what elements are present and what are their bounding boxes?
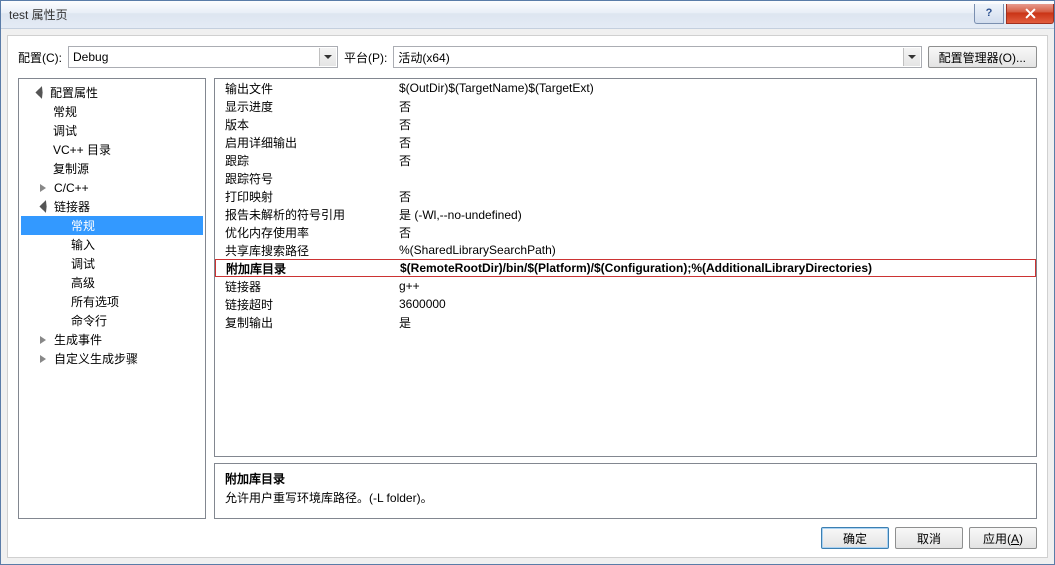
help-button[interactable]: ? — [974, 4, 1004, 24]
main-row: 配置属性 常规 调试 VC++ 目录 复制源 C/C++ 链接器 常规 输入 调… — [18, 78, 1037, 519]
property-value[interactable]: 否 — [395, 98, 1036, 115]
property-name: 显示进度 — [215, 98, 395, 115]
config-toolbar: 配置(C): Debug 平台(P): 活动(x64) 配置管理器(O)... — [18, 46, 1037, 68]
property-value[interactable]: 是 — [395, 314, 1036, 331]
expand-icon[interactable] — [39, 182, 50, 193]
property-name: 报告未解析的符号引用 — [215, 206, 395, 223]
collapse-icon[interactable] — [35, 87, 46, 98]
content-area: 配置(C): Debug 平台(P): 活动(x64) 配置管理器(O)... … — [7, 35, 1048, 558]
property-value[interactable]: 否 — [395, 152, 1036, 169]
tree-item-vcdirs[interactable]: VC++ 目录 — [21, 140, 203, 159]
property-value[interactable]: 否 — [395, 116, 1036, 133]
property-value[interactable]: 否 — [395, 188, 1036, 205]
property-row[interactable]: 跟踪否 — [215, 151, 1036, 169]
property-name: 跟踪 — [215, 152, 395, 169]
property-value[interactable]: %(SharedLibrarySearchPath) — [395, 243, 1036, 257]
property-row[interactable]: 显示进度否 — [215, 97, 1036, 115]
property-grid[interactable]: 输出文件$(OutDir)$(TargetName)$(TargetExt)显示… — [214, 78, 1037, 457]
property-name: 打印映射 — [215, 188, 395, 205]
category-tree[interactable]: 配置属性 常规 调试 VC++ 目录 复制源 C/C++ 链接器 常规 输入 调… — [18, 78, 206, 519]
dialog-buttons: 确定 取消 应用(A) — [18, 527, 1037, 549]
property-name: 链接器 — [215, 278, 395, 295]
property-row[interactable]: 跟踪符号 — [215, 169, 1036, 187]
property-name: 跟踪符号 — [215, 170, 395, 187]
property-value[interactable]: 否 — [395, 134, 1036, 151]
tree-item-linker-debug[interactable]: 调试 — [21, 254, 203, 273]
property-row[interactable]: 版本否 — [215, 115, 1036, 133]
tree-item-linker-advanced[interactable]: 高级 — [21, 273, 203, 292]
help-icon: ? — [986, 7, 993, 19]
tree-item-copysrc[interactable]: 复制源 — [21, 159, 203, 178]
property-value[interactable]: $(RemoteRootDir)/bin/$(Platform)/$(Confi… — [396, 261, 1035, 275]
property-row[interactable]: 报告未解析的符号引用是 (-Wl,--no-undefined) — [215, 205, 1036, 223]
config-label: 配置(C): — [18, 49, 62, 66]
property-row[interactable]: 复制输出是 — [215, 313, 1036, 331]
property-name: 启用详细输出 — [215, 134, 395, 151]
property-name: 附加库目录 — [216, 260, 396, 277]
close-button[interactable] — [1006, 4, 1054, 24]
property-row[interactable]: 链接器g++ — [215, 277, 1036, 295]
expand-icon[interactable] — [39, 353, 50, 364]
property-value[interactable]: 3600000 — [395, 297, 1036, 311]
tree-item-general[interactable]: 常规 — [21, 102, 203, 121]
platform-label: 平台(P): — [344, 49, 387, 66]
platform-value: 活动(x64) — [398, 49, 449, 66]
property-row[interactable]: 输出文件$(OutDir)$(TargetName)$(TargetExt) — [215, 79, 1036, 97]
chevron-down-icon[interactable] — [903, 48, 920, 66]
property-name: 复制输出 — [215, 314, 395, 331]
tree-root-config[interactable]: 配置属性 — [21, 83, 203, 102]
tree-item-linker-general[interactable]: 常规 — [21, 216, 203, 235]
tree-item-linker-input[interactable]: 输入 — [21, 235, 203, 254]
description-text: 允许用户重写环境库路径。(-L folder)。 — [225, 489, 1026, 506]
property-name: 输出文件 — [215, 80, 395, 97]
property-value[interactable]: g++ — [395, 279, 1036, 293]
property-row[interactable]: 优化内存使用率否 — [215, 223, 1036, 241]
tree-item-linker[interactable]: 链接器 — [21, 197, 203, 216]
property-name: 优化内存使用率 — [215, 224, 395, 241]
property-value[interactable]: 是 (-Wl,--no-undefined) — [395, 206, 1036, 223]
property-row[interactable]: 共享库搜索路径%(SharedLibrarySearchPath) — [215, 241, 1036, 259]
platform-combo[interactable]: 活动(x64) — [393, 46, 921, 68]
ok-button[interactable]: 确定 — [821, 527, 889, 549]
property-row[interactable]: 附加库目录$(RemoteRootDir)/bin/$(Platform)/$(… — [215, 259, 1036, 277]
property-name: 共享库搜索路径 — [215, 242, 395, 259]
cancel-button[interactable]: 取消 — [895, 527, 963, 549]
apply-button[interactable]: 应用(A) — [969, 527, 1037, 549]
right-column: 输出文件$(OutDir)$(TargetName)$(TargetExt)显示… — [214, 78, 1037, 519]
tree-item-cpp[interactable]: C/C++ — [21, 178, 203, 197]
collapse-icon[interactable] — [39, 201, 50, 212]
expand-icon[interactable] — [39, 334, 50, 345]
close-icon — [1025, 8, 1036, 19]
config-value: Debug — [73, 50, 108, 64]
property-row[interactable]: 链接超时3600000 — [215, 295, 1036, 313]
description-box: 附加库目录 允许用户重写环境库路径。(-L folder)。 — [214, 463, 1037, 519]
titlebar: test 属性页 ? — [1, 1, 1054, 29]
property-row[interactable]: 打印映射否 — [215, 187, 1036, 205]
property-name: 版本 — [215, 116, 395, 133]
window-buttons: ? — [974, 4, 1054, 24]
property-value[interactable]: $(OutDir)$(TargetName)$(TargetExt) — [395, 81, 1036, 95]
chevron-down-icon[interactable] — [319, 48, 336, 66]
config-manager-button[interactable]: 配置管理器(O)... — [928, 46, 1037, 68]
tree-item-linker-all[interactable]: 所有选项 — [21, 292, 203, 311]
window-title: test 属性页 — [9, 6, 974, 23]
config-combo[interactable]: Debug — [68, 46, 338, 68]
property-value[interactable]: 否 — [395, 224, 1036, 241]
property-row[interactable]: 启用详细输出否 — [215, 133, 1036, 151]
property-name: 链接超时 — [215, 296, 395, 313]
tree-item-customstep[interactable]: 自定义生成步骤 — [21, 349, 203, 368]
property-page-window: test 属性页 ? 配置(C): Debug 平台(P): 活动(x64) 配… — [0, 0, 1055, 565]
tree-item-linker-cmdline[interactable]: 命令行 — [21, 311, 203, 330]
description-title: 附加库目录 — [225, 470, 1026, 487]
tree-item-buildevents[interactable]: 生成事件 — [21, 330, 203, 349]
tree-item-debug[interactable]: 调试 — [21, 121, 203, 140]
